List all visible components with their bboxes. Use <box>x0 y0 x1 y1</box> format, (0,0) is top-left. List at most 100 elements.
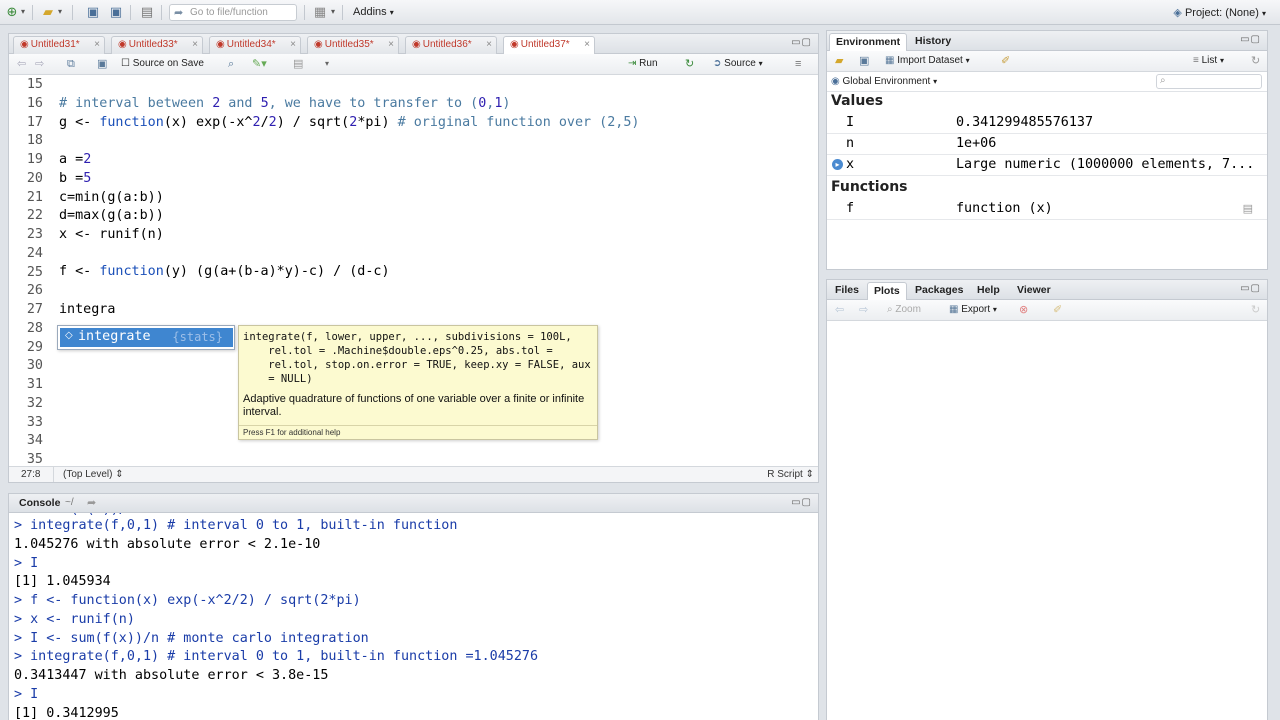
grid-layout-icon[interactable]: ▦ <box>312 4 328 20</box>
tab-environment[interactable]: Environment <box>829 33 908 52</box>
line-number: 30 <box>26 358 43 374</box>
source-icon: ➲ <box>713 58 722 69</box>
environment-row[interactable]: f function (x) ▤ <box>827 199 1267 220</box>
console-line: > integrate(f,0,1) # interval 0 to 1, bu… <box>14 518 458 533</box>
tab-untitled36[interactable]: ◉ Untitled36* × <box>405 36 497 54</box>
save-workspace-icon[interactable]: ▣ <box>859 54 869 68</box>
tab-plots[interactable]: Plots <box>867 282 907 301</box>
run-button[interactable]: ⇥ Run <box>628 57 658 71</box>
scope-selector[interactable]: (Top Level) ⇕ <box>63 469 124 480</box>
forward-arrow-icon[interactable]: ⇨ <box>35 57 44 71</box>
close-icon[interactable]: × <box>388 37 394 53</box>
tab-help[interactable]: Help <box>971 282 1006 300</box>
search-icon[interactable]: ⌕ <box>228 57 234 71</box>
autocomplete-list: ◇ integrate {stats} <box>57 325 235 350</box>
new-file-icon[interactable]: ⊕ <box>4 4 20 20</box>
tab-untitled37[interactable]: ◉ Untitled37* × <box>503 36 595 55</box>
view-function-icon[interactable]: ▤ <box>1243 202 1253 215</box>
tab-label: Untitled34* <box>226 39 276 50</box>
console-line: > f <- function(x) exp(-x^2/2) / sqrt(2*… <box>14 593 361 608</box>
view-mode-selector[interactable]: ≡ List ▾ <box>1193 54 1224 68</box>
project-icon: ◈ <box>1173 7 1182 19</box>
console-line: > I <box>14 555 39 571</box>
chevron-down-icon: ▾ <box>965 56 970 65</box>
global-environment-selector[interactable]: ◉ Global Environment ▾ <box>831 76 937 87</box>
forward-arrow-icon[interactable]: ⇨ <box>859 303 868 317</box>
tab-untitled34[interactable]: ◉ Untitled34* × <box>209 36 301 54</box>
variable-name: f <box>846 201 855 216</box>
expand-icon[interactable]: ▸ <box>832 159 843 170</box>
arrow-right-icon: ➦ <box>174 7 184 19</box>
chevron-down-icon[interactable]: ▾ <box>58 4 62 20</box>
environment-row[interactable]: ▸ x Large numeric (1000000 elements, 7... <box>827 155 1267 176</box>
export-button[interactable]: ▦ Export ▾ <box>949 303 997 317</box>
import-dataset-button[interactable]: ▦ Import Dataset ▾ <box>885 54 970 68</box>
code-line-27: integra <box>59 302 116 317</box>
tab-viewer[interactable]: Viewer <box>1011 282 1057 300</box>
tab-history[interactable]: History <box>909 33 957 51</box>
tab-untitled35[interactable]: ◉ Untitled35* × <box>307 36 399 54</box>
save-icon[interactable]: ▣ <box>85 4 101 20</box>
addins-label: Addins <box>353 6 387 18</box>
source-button[interactable]: ➲ Source ▾ <box>713 57 763 71</box>
chevron-down-icon[interactable]: ▾ <box>21 4 25 20</box>
code-line-17: g <- function(x) exp(-x^2/2) / sqrt(2*pi… <box>59 115 640 130</box>
save-all-icon[interactable]: ▣ <box>108 4 124 20</box>
file-type-selector[interactable]: R Script ⇕ <box>767 469 814 480</box>
back-arrow-icon[interactable]: ⇦ <box>835 303 844 317</box>
environment-search-input[interactable]: ⌕ <box>1156 74 1262 89</box>
save-icon[interactable]: ▣ <box>97 57 107 71</box>
broom-icon[interactable]: ✐ <box>1001 54 1010 68</box>
environment-tab-bar: Environment History ▭▢ <box>827 31 1267 52</box>
close-icon[interactable]: × <box>192 37 198 53</box>
close-icon[interactable]: × <box>486 37 492 53</box>
variable-name: x <box>846 157 855 172</box>
divider <box>130 5 131 20</box>
minimize-maximize-icon[interactable]: ▭▢ <box>1240 283 1261 294</box>
line-number: 31 <box>26 377 43 392</box>
vertical-splitter[interactable] <box>820 30 825 720</box>
close-icon[interactable]: × <box>94 37 100 53</box>
minimize-maximize-icon[interactable]: ▭▢ <box>1240 34 1261 45</box>
print-icon[interactable]: ▤ <box>139 4 155 20</box>
environment-icon: ◉ <box>831 76 840 87</box>
chevron-down-icon[interactable]: ▾ <box>331 4 335 20</box>
close-icon[interactable]: × <box>290 37 296 53</box>
console-output[interactable]: > sum(f(x))/n > integrate(f,0,1) # inter… <box>9 513 818 720</box>
minimize-maximize-icon[interactable]: ▭▢ <box>791 497 812 508</box>
export-label: Export <box>961 304 991 315</box>
r-file-icon: ◉ <box>412 39 421 50</box>
zoom-button[interactable]: ⌕ Zoom <box>887 303 921 317</box>
horizontal-splitter[interactable] <box>8 485 819 491</box>
refresh-icon[interactable]: ↻ <box>1251 303 1260 317</box>
console-line: [1] 1.045934 <box>14 574 111 590</box>
go-to-dir-icon[interactable]: ➦ <box>87 496 96 509</box>
environment-row[interactable]: n 1e+06 <box>827 134 1267 155</box>
show-in-window-icon[interactable]: ⧉ <box>67 57 75 71</box>
environment-row[interactable]: I 0.341299485576137 <box>827 113 1267 134</box>
project-menu[interactable]: ◈ Project: (None) ▾ <box>1173 6 1266 19</box>
console-pane: Console ~/ ➦ ▭▢ > sum(f(x))/n > integrat… <box>8 493 819 720</box>
source-on-save-checkbox[interactable]: ☐ Source on Save <box>121 57 204 71</box>
code-tools-icon[interactable]: ✎▾ <box>252 57 267 71</box>
tab-files[interactable]: Files <box>829 282 865 300</box>
remove-plot-icon[interactable]: ⊗ <box>1019 303 1028 317</box>
outline-icon[interactable]: ≡ <box>795 57 801 71</box>
tab-untitled33[interactable]: ◉ Untitled33* × <box>111 36 203 54</box>
tab-untitled31[interactable]: ◉ Untitled31* × <box>13 36 105 54</box>
back-arrow-icon[interactable]: ⇦ <box>17 57 26 71</box>
autocomplete-item-selected[interactable]: ◇ integrate {stats} <box>60 328 233 347</box>
load-workspace-icon[interactable]: ▰ <box>835 54 843 68</box>
minimize-maximize-icon[interactable]: ▭▢ <box>791 37 812 48</box>
line-number: 19 <box>26 152 43 167</box>
broom-icon[interactable]: ✐ <box>1053 303 1062 317</box>
tab-packages[interactable]: Packages <box>909 282 969 300</box>
rerun-icon[interactable]: ↻ <box>685 57 694 71</box>
chevron-down-icon[interactable]: ▾ <box>325 57 329 71</box>
open-folder-icon[interactable]: ▰ <box>40 4 56 20</box>
refresh-icon[interactable]: ↻ <box>1251 54 1260 68</box>
goto-file-input[interactable]: ➦ Go to file/function <box>169 4 297 21</box>
close-icon[interactable]: × <box>584 37 590 53</box>
addins-menu[interactable]: Addins ▾ <box>353 6 394 18</box>
compile-report-icon[interactable]: ▤ <box>293 57 303 71</box>
